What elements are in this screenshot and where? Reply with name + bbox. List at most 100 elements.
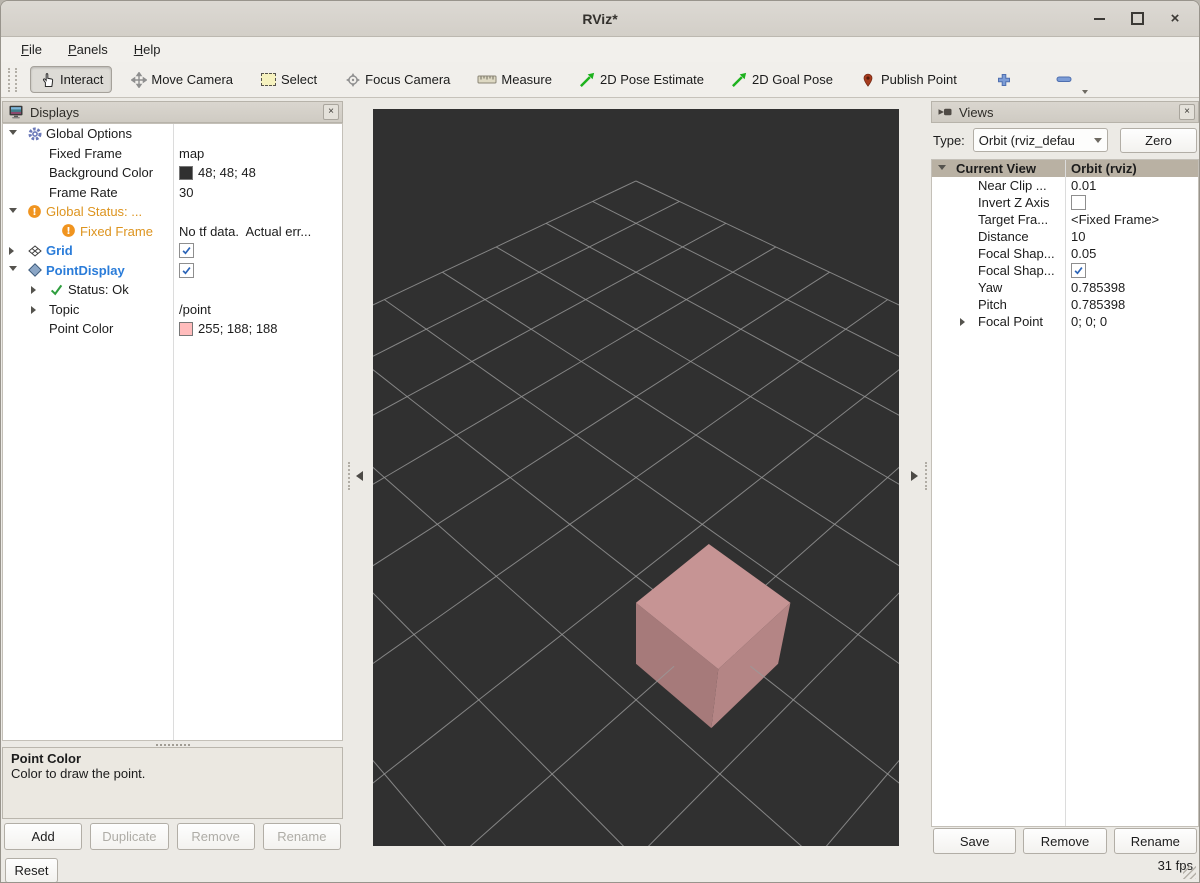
displays-panel-header[interactable]: Displays × [2,101,343,123]
right-splitter-dots[interactable] [925,462,929,490]
property-value-cell[interactable] [173,263,342,278]
property-value-cell[interactable]: Orbit (rviz) [1065,161,1198,176]
window-resize-grip[interactable] [1183,866,1196,879]
views-panel-header[interactable]: Views × [931,101,1199,123]
collapse-left-panel-arrow-icon[interactable] [356,471,363,481]
property-value-cell[interactable] [1065,263,1198,278]
property-name-cell: Background Color [3,165,173,180]
menu-file[interactable]: File [11,40,52,59]
remove-view-button[interactable]: Remove [1023,828,1106,854]
titlebar[interactable]: RViz* × [1,1,1199,37]
rename-button[interactable]: Rename [263,823,341,850]
property-value-cell[interactable] [173,243,342,258]
tool-dropdown-arrow-icon[interactable] [1082,90,1088,94]
tool-add[interactable] [987,66,1022,93]
checkbox-checked[interactable] [179,263,194,278]
property-value: 0.785398 [1071,280,1125,295]
displays-panel: Displays × Global OptionsFixed FramemapB… [2,101,343,853]
add-button[interactable]: Add [4,823,82,850]
property-value-cell[interactable]: /point [173,302,342,317]
displays-close-button[interactable]: × [323,104,339,120]
displays-buttons: Add Duplicate Remove Rename [4,823,341,850]
tool-label: Publish Point [881,72,957,87]
zero-button[interactable]: Zero [1120,128,1197,153]
property-value-cell[interactable]: 0.01 [1065,178,1198,193]
duplicate-button[interactable]: Duplicate [90,823,168,850]
property-value-cell[interactable]: 0.785398 [1065,297,1198,312]
collapse-right-panel-arrow-icon[interactable] [911,471,918,481]
warning-icon: ! [27,204,43,220]
property-value-cell[interactable]: 48; 48; 48 [173,165,342,180]
property-value-cell[interactable]: 30 [173,185,342,200]
tool-remove[interactable] [1047,66,1082,93]
tool-measure[interactable]: Measure [468,66,561,93]
expander-open-icon[interactable] [9,204,24,220]
focus-camera-icon [344,71,361,88]
property-value-cell[interactable]: 10 [1065,229,1198,244]
color-value: 255; 188; 188 [198,321,278,336]
property-value-cell[interactable] [1065,195,1198,210]
views-close-button[interactable]: × [1179,104,1195,120]
tool-interact[interactable]: Interact [30,66,112,93]
expander-closed-icon[interactable] [960,314,975,329]
expander-open-icon[interactable] [9,126,24,142]
property-value-cell[interactable]: 0.785398 [1065,280,1198,295]
property-value-cell[interactable]: No tf data. Actual err... [173,224,342,239]
expander-open-icon[interactable] [9,262,24,278]
property-value-cell[interactable]: 0.05 [1065,246,1198,261]
property-value-cell[interactable]: 0; 0; 0 [1065,314,1198,329]
expander-open-icon[interactable] [938,161,953,177]
maximize-button[interactable] [1129,11,1145,27]
checkbox-unchecked[interactable] [1071,195,1086,210]
tool-publish-point[interactable]: Publish Point [851,66,966,93]
reset-button[interactable]: Reset [5,858,58,883]
views-camera-icon [937,104,953,120]
close-button[interactable]: × [1167,11,1183,27]
remove-button[interactable]: Remove [177,823,255,850]
gear-icon [27,126,43,142]
tool-2d-goal-pose[interactable]: 2D Goal Pose [722,66,842,93]
render-viewport[interactable] [373,109,899,846]
toolbar-drag-handle[interactable] [8,68,17,92]
property-name-cell: Focal Point [932,314,1065,329]
property-name-cell: !Fixed Frame [3,223,173,239]
views-buttons: Save Remove Rename [933,828,1197,854]
views-tree: Current ViewOrbit (rviz)Near Clip ...0.0… [931,159,1199,827]
property-name-cell: Grid [3,243,173,259]
column-separator[interactable] [1065,160,1066,826]
menu-panels[interactable]: Panels [58,40,118,59]
checkbox-checked[interactable] [179,243,194,258]
property-name-cell: Focal Shap... [932,263,1065,278]
property-name: Status: Ok [68,282,129,297]
tool-select[interactable]: Select [251,66,326,93]
menu-help[interactable]: Help [124,40,171,59]
property-name-cell: Point Color [3,321,173,336]
column-separator[interactable] [173,124,174,740]
expander-closed-icon[interactable] [31,282,46,297]
property-value-cell[interactable]: <Fixed Frame> [1065,212,1198,227]
left-splitter-dots[interactable] [348,462,352,490]
property-name: Invert Z Axis [978,195,1050,210]
color-swatch[interactable] [179,322,193,336]
tool-focus-camera[interactable]: Focus Camera [335,66,459,93]
property-name-cell: !Global Status: ... [3,204,173,220]
rename-view-button[interactable]: Rename [1114,828,1197,854]
expander-closed-icon[interactable] [9,243,24,258]
color-swatch[interactable] [179,166,193,180]
expander-closed-icon[interactable] [31,302,46,317]
save-button[interactable]: Save [933,828,1016,854]
tool-2d-pose-estimate[interactable]: 2D Pose Estimate [570,66,713,93]
property-value-cell[interactable]: map [173,146,342,161]
view-type-dropdown[interactable]: Orbit (rviz_defau [973,128,1108,152]
checkbox-checked[interactable] [1071,263,1086,278]
close-icon: × [328,107,334,117]
minimize-button[interactable] [1091,11,1107,27]
property-name: Grid [46,243,73,258]
tool-move-camera[interactable]: Move Camera [121,66,242,93]
tool-label: Interact [60,72,103,87]
description-title: Point Color [11,751,334,766]
property-value: No tf data. Actual err... [179,224,311,239]
property-name-cell: Current View [932,161,1065,177]
property-value-cell[interactable]: 255; 188; 188 [173,321,342,336]
property-name: Pitch [978,297,1007,312]
